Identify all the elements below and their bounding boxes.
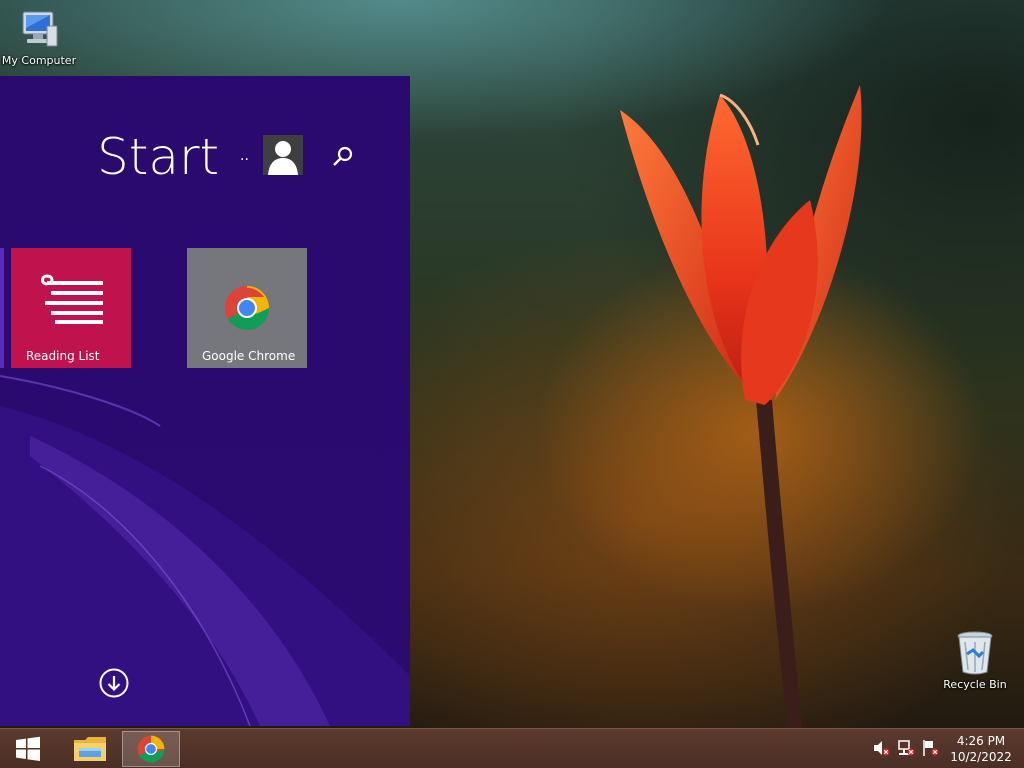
- folder-icon: [74, 737, 106, 761]
- tile-reading-list[interactable]: Reading List: [11, 248, 131, 368]
- wallpaper-tulip: [620, 85, 862, 730]
- arrow-down-circle-icon: [99, 668, 129, 698]
- all-apps-button[interactable]: [99, 668, 129, 698]
- start-screen: Start .. Reading List Google Chrome: [0, 76, 410, 726]
- recycle-bin-icon: [957, 631, 993, 675]
- taskbar: 4:26 PM 10/2/2022: [0, 728, 1024, 768]
- search-button[interactable]: [330, 144, 356, 170]
- desktop-icon-label: Recycle Bin: [943, 678, 1007, 691]
- user-name[interactable]: ..: [240, 148, 249, 164]
- clock-date: 10/2/2022: [950, 750, 1012, 764]
- computer-icon: [22, 11, 58, 47]
- desktop-icon-my-computer[interactable]: My Computer: [0, 8, 78, 67]
- clock-time: 4:26 PM: [956, 734, 1006, 748]
- tile-label: Google Chrome: [202, 349, 296, 363]
- start-title: Start: [97, 128, 220, 186]
- network-icon[interactable]: [897, 739, 915, 757]
- user-avatar-icon: [263, 135, 303, 175]
- windows-logo-icon: [16, 736, 40, 761]
- chrome-icon: [137, 735, 165, 763]
- tile-partial-edge: [0, 248, 4, 368]
- user-avatar[interactable]: [263, 135, 303, 175]
- tile-google-chrome[interactable]: Google Chrome: [187, 248, 307, 368]
- taskbar-google-chrome[interactable]: [122, 731, 180, 767]
- volume-muted-icon[interactable]: [872, 739, 890, 757]
- desktop-icon-recycle-bin[interactable]: Recycle Bin: [938, 630, 1012, 691]
- reading-list-icon: [41, 274, 103, 324]
- desktop-icon-label: My Computer: [1, 54, 77, 67]
- taskbar-clock[interactable]: 4:26 PM 10/2/2022: [944, 733, 1018, 765]
- start-button[interactable]: [0, 731, 56, 767]
- taskbar-file-explorer[interactable]: [62, 731, 118, 767]
- action-center-flag-icon[interactable]: [921, 739, 939, 757]
- desktop: My Computer Recycle Bin Start .. Reading…: [0, 0, 1024, 768]
- tile-label: Reading List: [26, 349, 100, 363]
- search-icon: [333, 146, 353, 166]
- chrome-icon: [225, 286, 269, 330]
